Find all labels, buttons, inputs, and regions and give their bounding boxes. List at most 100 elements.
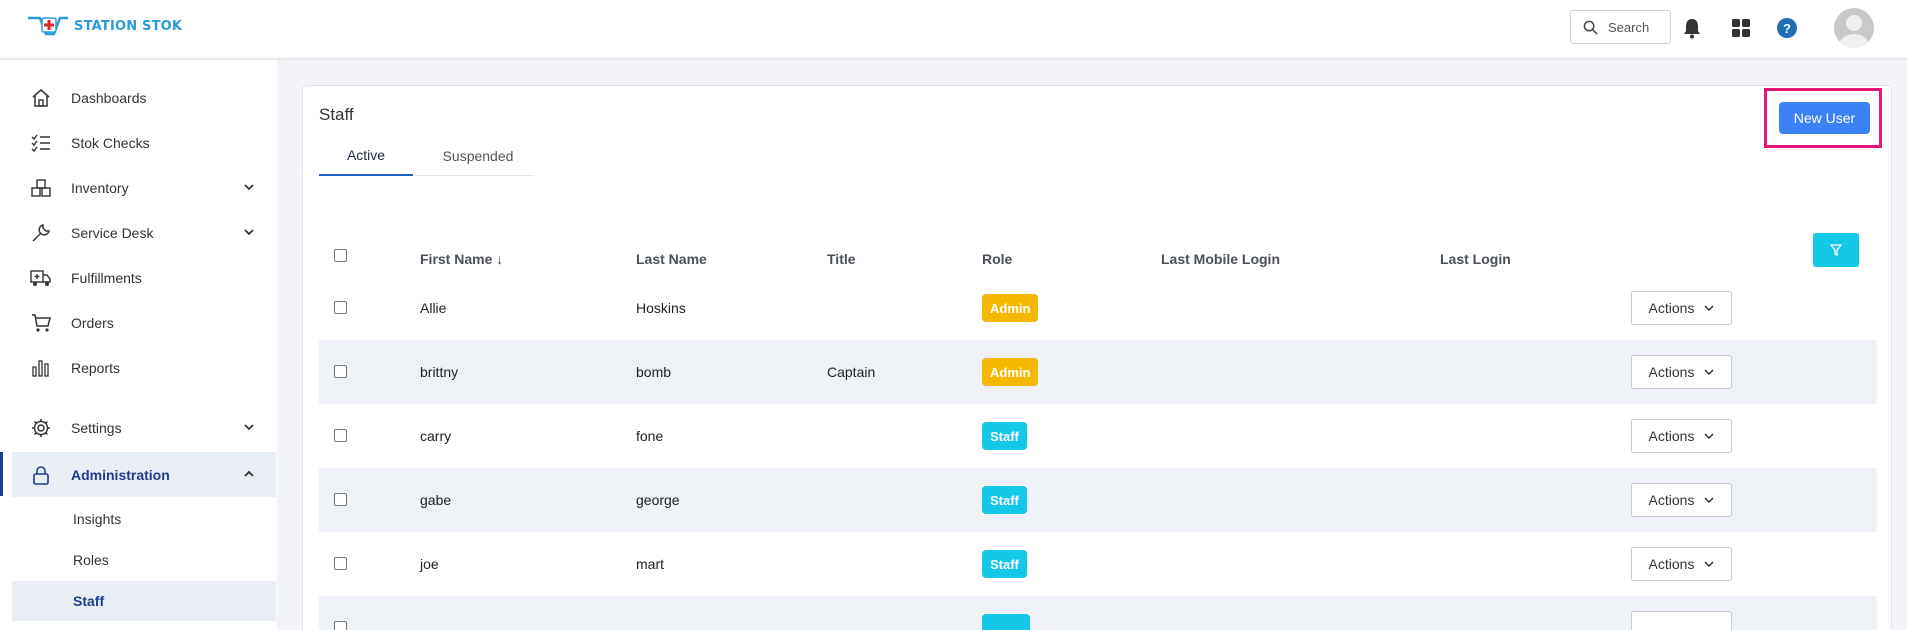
first-name-cell: gabe — [420, 492, 452, 508]
role-badge: Admin — [982, 358, 1039, 386]
sidebar-item-reports[interactable]: Reports — [0, 345, 277, 390]
sidebar-subitem-insights[interactable]: Insights — [12, 499, 276, 539]
status-tabs: Active Suspended — [319, 136, 534, 176]
bar-chart-icon — [30, 357, 52, 379]
role-badge — [982, 614, 1030, 630]
column-header-role[interactable]: Role — [982, 251, 1012, 267]
row-checkbox[interactable] — [334, 557, 347, 570]
actions-dropdown[interactable]: Actions — [1631, 291, 1732, 325]
tab-active[interactable]: Active — [319, 136, 413, 176]
sidebar-item-service-desk[interactable]: Service Desk — [0, 210, 277, 255]
new-user-highlight: New User — [1764, 88, 1882, 148]
home-icon — [30, 87, 52, 109]
lock-icon — [30, 464, 52, 486]
logo-icon — [28, 16, 68, 36]
last-name-cell: bomb — [636, 364, 672, 380]
role-badge: Staff — [982, 550, 1027, 578]
column-header-last-name[interactable]: Last Name — [636, 251, 707, 267]
actions-dropdown[interactable] — [1631, 611, 1732, 630]
chevron-down-icon — [244, 184, 254, 191]
actions-dropdown[interactable]: Actions — [1631, 419, 1732, 453]
column-header-first-name[interactable]: First Name ↓ — [420, 251, 503, 267]
apps-grid-icon — [1732, 19, 1750, 37]
sidebar-item-label: Reports — [71, 359, 121, 376]
row-checkbox[interactable] — [334, 365, 347, 378]
table-row: carry fone Staff Actions — [319, 404, 1877, 468]
column-header-last-login[interactable]: Last Login — [1440, 251, 1511, 267]
actions-label: Actions — [1648, 556, 1695, 572]
sidebar-item-label: Fulfillments — [71, 269, 142, 286]
row-checkbox[interactable] — [334, 429, 347, 442]
tab-suspended[interactable]: Suspended — [433, 136, 523, 176]
chevron-down-icon — [244, 424, 254, 431]
chevron-down-icon — [1704, 497, 1714, 504]
actions-dropdown[interactable]: Actions — [1631, 547, 1732, 581]
actions-label: Actions — [1648, 300, 1695, 316]
search-icon — [1583, 20, 1598, 35]
wrench-icon — [30, 222, 52, 244]
sidebar: Dashboards Stok Checks Inventory Service… — [0, 60, 277, 630]
chevron-down-icon — [1704, 369, 1714, 376]
actions-label: Actions — [1648, 364, 1695, 380]
actions-dropdown[interactable]: Actions — [1631, 483, 1732, 517]
chevron-down-icon — [1704, 433, 1714, 440]
bell-icon — [1684, 19, 1700, 39]
search-label: Search — [1608, 19, 1650, 35]
sidebar-subitem-label: Insights — [73, 511, 122, 527]
sidebar-subitem-staff[interactable]: Staff — [12, 581, 276, 621]
role-badge: Staff — [982, 422, 1027, 450]
top-bar: STATION STOK Search ? — [0, 0, 1907, 59]
first-name-cell: joe — [420, 556, 439, 572]
last-name-cell: fone — [636, 428, 664, 444]
checklist-icon — [30, 132, 52, 154]
column-header-title[interactable]: Title — [827, 251, 856, 267]
sidebar-item-stok-checks[interactable]: Stok Checks — [0, 120, 277, 165]
row-checkbox[interactable] — [334, 621, 347, 630]
role-badge: Staff — [982, 486, 1027, 514]
avatar[interactable] — [1834, 8, 1874, 48]
chevron-down-icon — [244, 229, 254, 236]
sidebar-item-label: Stok Checks — [71, 134, 150, 151]
actions-label: Actions — [1648, 428, 1695, 444]
filter-button[interactable] — [1813, 233, 1859, 267]
logo-text: STATION STOK — [74, 18, 183, 34]
user-avatar-icon — [1839, 15, 1869, 48]
apps-button[interactable] — [1729, 16, 1753, 40]
table-row: Allie Hoskins Admin Actions — [319, 276, 1877, 340]
last-name-cell: mart — [636, 556, 664, 572]
boxes-icon — [30, 177, 52, 199]
last-name-cell: Hoskins — [636, 300, 686, 316]
row-checkbox[interactable] — [334, 493, 347, 506]
sidebar-subitem-roles[interactable]: Roles — [12, 540, 276, 580]
help-glyph: ? — [1783, 20, 1791, 36]
sidebar-item-dashboards[interactable]: Dashboards — [0, 75, 277, 120]
actions-label: Actions — [1648, 492, 1695, 508]
sidebar-item-inventory[interactable]: Inventory — [0, 165, 277, 210]
row-checkbox[interactable] — [334, 301, 347, 314]
column-header-last-mobile-login[interactable]: Last Mobile Login — [1161, 251, 1280, 267]
last-name-cell: george — [636, 492, 680, 508]
notifications-button[interactable] — [1680, 16, 1704, 40]
sidebar-item-orders[interactable]: Orders — [0, 300, 277, 345]
chevron-down-icon — [1704, 561, 1714, 568]
station-stok-logo[interactable]: STATION STOK — [26, 14, 182, 38]
title-cell: Captain — [827, 364, 876, 380]
search-button[interactable]: Search — [1570, 10, 1671, 44]
new-user-button[interactable]: New User — [1779, 102, 1870, 134]
active-indicator — [0, 452, 3, 496]
first-name-cell: carry — [420, 428, 452, 444]
actions-dropdown[interactable]: Actions — [1631, 355, 1732, 389]
sidebar-item-label: Inventory — [71, 179, 129, 196]
sidebar-subitem-label: Staff — [73, 593, 105, 609]
help-button[interactable]: ? — [1775, 16, 1799, 40]
sidebar-subitem-label: Roles — [73, 552, 109, 568]
page-title: Staff — [319, 105, 354, 124]
select-all-checkbox[interactable] — [334, 249, 347, 262]
sidebar-item-fulfillments[interactable]: Fulfillments — [0, 255, 277, 300]
table-row: joe mart Staff Actions — [319, 532, 1877, 596]
sidebar-item-settings[interactable]: Settings — [0, 405, 277, 450]
staff-card: Staff New User Active Suspended First Na… — [302, 85, 1892, 630]
sidebar-item-administration[interactable]: Administration — [12, 452, 276, 497]
chevron-up-icon — [244, 470, 254, 477]
table-row — [319, 596, 1877, 630]
